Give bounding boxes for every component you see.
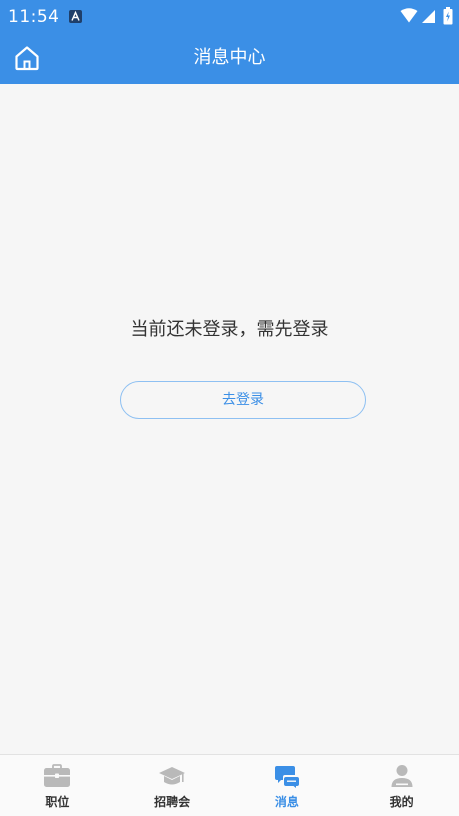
graduation-cap-icon	[157, 764, 187, 788]
message-icon	[272, 764, 302, 788]
tab-job-fair[interactable]: 招聘会	[115, 755, 230, 816]
status-time: 11:54	[8, 7, 60, 27]
login-prompt-text: 当前还未登录，需先登录	[130, 319, 329, 340]
tab-label: 招聘会	[154, 795, 191, 809]
tab-label: 我的	[389, 795, 414, 809]
a-badge-icon	[69, 10, 82, 23]
user-icon	[387, 764, 417, 788]
battery-icon	[443, 7, 453, 29]
login-button[interactable]: 去登录	[120, 381, 366, 419]
wifi-icon	[400, 8, 418, 28]
tab-messages[interactable]: 消息	[230, 755, 345, 816]
status-bar: 11:54	[0, 0, 459, 34]
page-title: 消息中心	[193, 47, 266, 68]
briefcase-icon	[42, 764, 72, 788]
tab-label: 消息	[274, 795, 299, 809]
tab-jobs[interactable]: 职位	[0, 755, 115, 816]
bottom-tab-bar: 职位 招聘会 消息 我的	[0, 754, 459, 816]
app-header: 消息中心	[0, 34, 459, 84]
status-icons	[400, 7, 453, 29]
main-content: 当前还未登录，需先登录 去登录	[0, 84, 459, 754]
signal-icon	[421, 8, 436, 28]
tab-profile[interactable]: 我的	[344, 755, 459, 816]
tab-label: 职位	[45, 795, 70, 809]
